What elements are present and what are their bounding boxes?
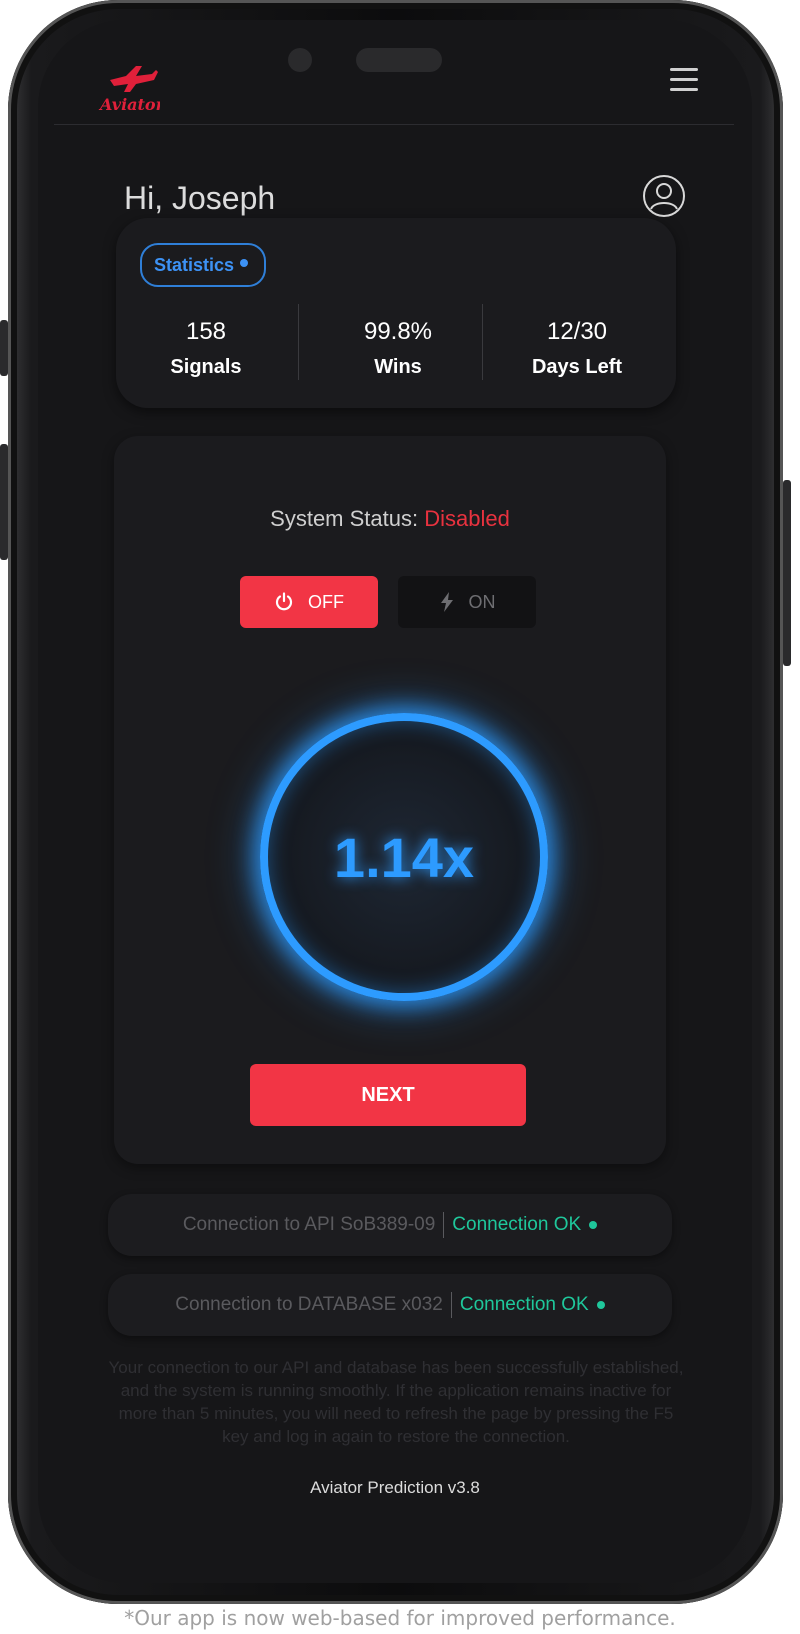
database-connection-status: Connection to DATABASE x032 Connection O…	[108, 1274, 672, 1336]
api-connection-status: Connection to API SoB389-09 Connection O…	[108, 1194, 672, 1256]
next-button[interactable]: NEXT	[250, 1064, 526, 1126]
on-button-label: ON	[468, 591, 496, 612]
header-divider	[54, 124, 734, 125]
statistics-indicator-dot	[240, 259, 249, 267]
power-icon	[275, 592, 293, 611]
volume-down-button	[0, 444, 8, 560]
user-profile-icon[interactable]	[642, 174, 686, 218]
off-button-label: OFF	[308, 591, 344, 612]
connection-notice: Your connection to our API and database …	[108, 1358, 684, 1446]
aviator-logo[interactable]: Aviator	[96, 58, 166, 118]
logo-text: Aviator	[98, 95, 160, 114]
stat-divider	[298, 304, 299, 380]
earpiece-speaker	[356, 48, 442, 72]
prediction-card: System Status: Disabled OFF ON 1.14x NEX	[114, 436, 666, 1164]
app-screen: Aviator Hi, Joseph Statistics 158 Signal…	[38, 20, 752, 1583]
system-status: System Status: Disabled	[114, 506, 666, 532]
phone-frame: Aviator Hi, Joseph Statistics 158 Signal…	[0, 0, 791, 1604]
on-button[interactable]: ON	[398, 576, 536, 628]
hamburger-icon[interactable]	[670, 68, 698, 94]
volume-up-button	[0, 320, 8, 376]
stat-wins: 99.8% Wins	[328, 318, 468, 379]
api-status-dot	[589, 1221, 598, 1229]
database-connection-ok: Connection OK	[459, 1294, 589, 1315]
stat-signals: 158 Signals	[146, 318, 266, 379]
power-button	[783, 480, 791, 666]
stat-signals-value: 158	[185, 318, 227, 345]
api-connection-target: Connection to API SoB389-09	[182, 1214, 436, 1235]
multiplier-value: 1.14x	[333, 825, 475, 889]
app-version: Aviator Prediction v3.8	[310, 1478, 480, 1497]
web-based-caption: *Our app is now web-based for improved p…	[124, 1606, 676, 1630]
multiplier-ring: 1.14x	[260, 713, 548, 1001]
statistics-badge[interactable]: Statistics	[140, 243, 267, 287]
stat-wins-value: 99.8%	[363, 318, 433, 345]
stat-days-left-label: Days Left	[531, 356, 623, 378]
stat-divider	[482, 304, 483, 380]
connection-separator	[450, 1292, 452, 1318]
system-status-value: Disabled	[424, 506, 510, 531]
front-camera	[288, 48, 312, 72]
lightning-icon	[440, 592, 453, 612]
api-connection-ok: Connection OK	[452, 1214, 582, 1235]
stat-days-left-value: 12/30	[546, 318, 608, 345]
statistics-card: Statistics 158 Signals 99.8% Wins 12/30 …	[116, 218, 676, 408]
stat-signals-label: Signals	[170, 356, 242, 378]
database-connection-target: Connection to DATABASE x032	[175, 1294, 443, 1315]
system-status-label: System Status:	[270, 506, 419, 531]
connection-separator	[443, 1212, 445, 1238]
stat-wins-label: Wins	[374, 356, 422, 378]
statistics-badge-label: Statistics	[154, 255, 235, 275]
airplane-icon: Aviator	[98, 66, 166, 114]
stat-days-left: 12/30 Days Left	[512, 318, 642, 379]
database-status-dot	[596, 1301, 605, 1309]
off-button[interactable]: OFF	[240, 576, 378, 628]
greeting-text: Hi, Joseph	[124, 180, 276, 216]
